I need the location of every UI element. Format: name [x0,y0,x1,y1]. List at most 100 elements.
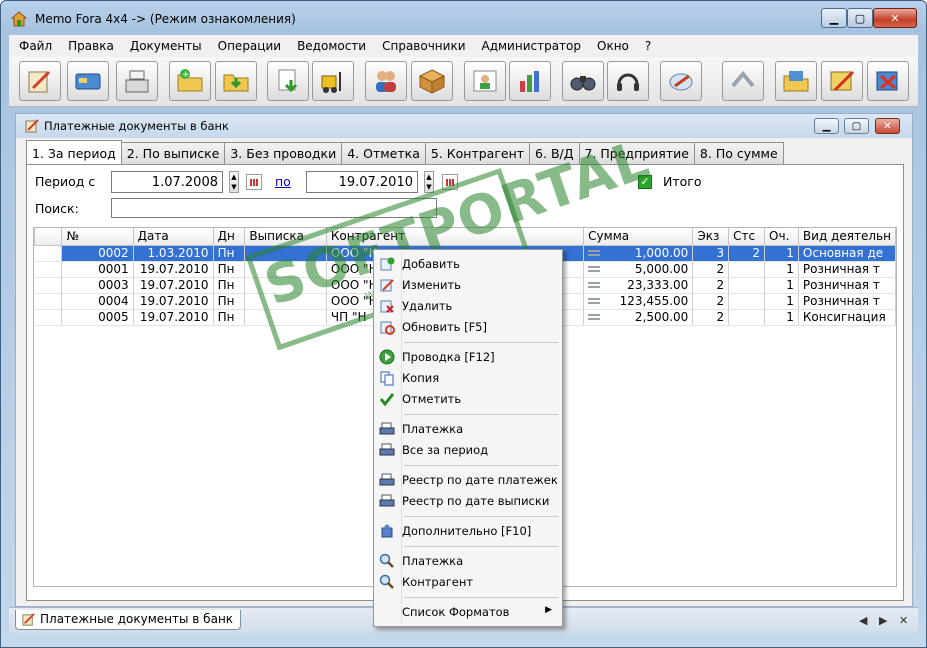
context-menu-item[interactable]: Реестр по дате платежек [376,470,560,490]
context-menu-item[interactable]: Удалить [376,296,560,316]
period-to-link[interactable]: по [275,174,291,189]
forklift-icon [321,72,341,93]
period-to-spinner[interactable]: ▲ ▼ [424,171,434,193]
tab-no-posting[interactable]: 3. Без проводки [224,142,343,164]
context-menu-item[interactable]: Отметить [376,389,560,409]
menu-help[interactable]: ? [645,39,651,53]
menu-file[interactable]: Файл [19,39,52,53]
edit-document-button[interactable] [19,61,61,101]
col-day[interactable]: Дн [212,228,246,246]
prev-window-icon[interactable]: ◀ [859,614,867,627]
period-from-spinner[interactable]: ▲ ▼ [229,171,239,193]
col-copies[interactable]: Экз [692,228,730,246]
menu-documents[interactable]: Документы [130,39,202,53]
menu-item-label: Копия [402,371,440,385]
col-sum[interactable]: Сумма [583,228,694,246]
contact-button[interactable] [464,61,506,101]
sum-edit-icon[interactable] [588,282,601,288]
col-statement[interactable]: Выписка [244,228,327,246]
next-window-icon[interactable]: ▶ [879,614,887,627]
minimize-button[interactable]: ▁ [821,8,847,28]
menu-reports[interactable]: Ведомости [297,39,366,53]
tab-mark[interactable]: 4. Отметка [341,142,426,164]
forklift-button[interactable] [312,61,354,101]
total-checkbox[interactable]: ✓ [638,175,652,189]
context-menu-item[interactable]: Список Форматов ▶ [376,602,560,622]
cash-register-button[interactable] [116,61,158,101]
menu-edit[interactable]: Правка [68,39,114,53]
context-menu-item[interactable]: Реестр по дате выписки [376,491,560,511]
headset-icon [617,73,639,91]
cell-copies: 3 [692,245,730,262]
folder-open-button[interactable] [775,61,817,101]
add-folder-button[interactable]: + [169,61,211,101]
context-menu-item[interactable]: Платежка [376,419,560,439]
sum-edit-icon[interactable] [588,250,601,256]
exit-button[interactable] [867,61,909,101]
arrow-button[interactable] [722,61,764,101]
cell-status [728,309,766,326]
menu-item-label: Реестр по дате выписки [402,494,550,508]
window-tab[interactable]: Платежные документы в банк [15,610,241,630]
col-date[interactable]: Дата [132,228,214,246]
col-status[interactable]: Стс [728,228,766,246]
cell-sum: 23,333.00 [583,277,694,294]
col-activity[interactable]: Вид деятельн [797,228,896,246]
menu-window[interactable]: Окно [597,39,629,53]
context-menu-item[interactable]: Обновить [F5] [376,317,560,337]
chart-button[interactable] [509,61,551,101]
play-icon [379,349,395,365]
period-from-field[interactable]: 1.07.2008 [111,171,223,193]
col-marker[interactable] [34,228,63,246]
users-button[interactable] [365,61,407,101]
context-menu-item[interactable]: Добавить [376,254,560,274]
tab-enterprise[interactable]: 7. Предприятие [578,142,695,164]
context-menu-item[interactable]: Изменить [376,275,560,295]
child-maximize-button[interactable]: ▢ [844,118,869,134]
child-title-bar: Платежные документы в банк ▁ ▢ ✕ [16,114,912,138]
context-menu-item[interactable]: Копия [376,368,560,388]
cell-activity: Консигнация [798,309,896,326]
close-button[interactable]: ✕ [873,8,917,28]
period-to-calendar-icon[interactable] [442,174,458,190]
tab-activity[interactable]: 6. В/Д [529,142,580,164]
box-button[interactable] [411,61,453,101]
context-menu-item[interactable]: Все за период [376,440,560,460]
period-to-field[interactable]: 19.07.2010 [306,171,418,193]
menu-operations[interactable]: Операции [218,39,281,53]
tab-statement[interactable]: 2. По выписке [120,142,226,164]
card-button[interactable] [67,61,109,101]
checkmark-icon [379,393,395,407]
sum-edit-icon[interactable] [588,314,601,320]
cell-copies: 2 [692,293,730,310]
tab-period[interactable]: 1. За период [26,140,122,164]
binoculars-button[interactable] [562,61,604,101]
child-close-button[interactable]: ✕ [875,118,900,134]
maximize-button[interactable]: ▢ [847,8,873,28]
pen-button[interactable] [660,61,702,101]
sum-edit-icon[interactable] [588,298,601,304]
import-button[interactable] [267,61,309,101]
context-menu-item[interactable]: Контрагент [376,572,560,592]
menu-admin[interactable]: Администратор [482,39,582,53]
cell-day: Пн [213,277,246,294]
pencil-button[interactable] [821,61,863,101]
search-input[interactable] [111,198,437,218]
tab-counterparty[interactable]: 5. Контрагент [424,142,531,164]
close-window-icon[interactable]: ✕ [899,614,908,627]
col-number[interactable]: № [61,228,134,246]
headset-button[interactable] [607,61,649,101]
context-menu-item[interactable]: Дополнительно [F10] [376,521,560,541]
period-from-calendar-icon[interactable] [246,174,262,190]
folder-download-button[interactable] [215,61,257,101]
print-icon [379,494,395,507]
sum-edit-icon[interactable] [588,266,601,272]
cell-day: Пн [213,245,246,262]
child-minimize-button[interactable]: ▁ [814,118,839,134]
tab-by-sum[interactable]: 8. По сумме [693,142,784,164]
context-menu-item[interactable]: Платежка [376,551,560,571]
context-menu-item[interactable]: Проводка [F12] [376,347,560,367]
col-order[interactable]: Оч. [764,228,799,246]
menu-directories[interactable]: Справочники [382,39,465,53]
col-counterparty[interactable]: Контрагент [325,228,585,246]
